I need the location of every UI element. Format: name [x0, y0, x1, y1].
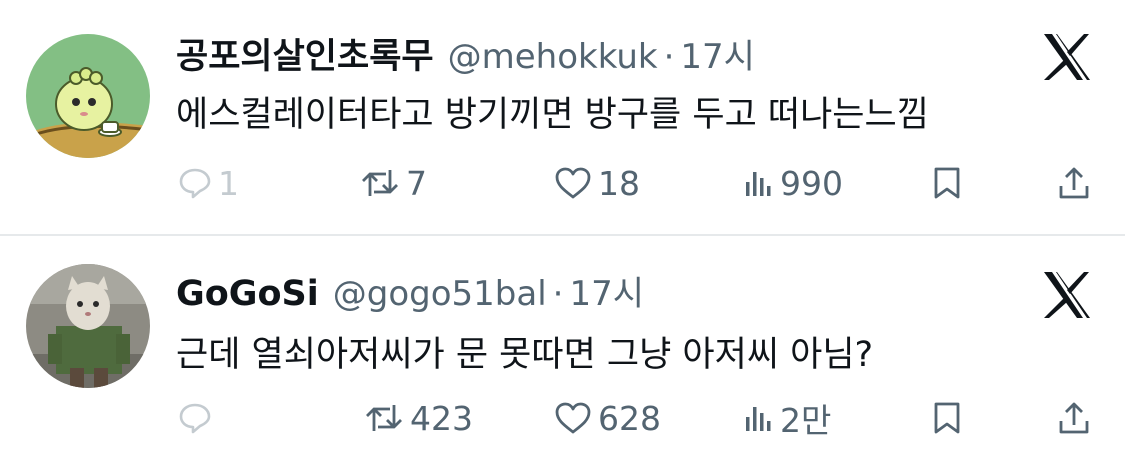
avatar[interactable]	[26, 34, 150, 158]
display-name[interactable]: 공포의살인초록무	[176, 28, 434, 79]
share-icon	[1058, 166, 1090, 200]
tweet-header: GoGoSi @gogo51bal · 17시	[176, 266, 644, 314]
bookmark-icon	[932, 166, 962, 200]
avatar[interactable]	[26, 264, 150, 388]
like-button[interactable]: 18	[554, 158, 640, 208]
reply-count: 1	[218, 163, 239, 203]
retweet-count: 7	[406, 163, 427, 203]
tweet[interactable]: 공포의살인초록무 @mehokkuk · 17시 에스컬레이터타고 방기끼면 방…	[0, 0, 1125, 234]
tweet[interactable]: GoGoSi @gogo51bal · 17시 근데 열쇠아저씨가 문 못따면 …	[0, 236, 1125, 464]
action-bar: 423 628 2만	[0, 393, 1125, 443]
user-handle[interactable]: @mehokkuk	[448, 37, 658, 77]
x-logo-icon	[1040, 268, 1094, 322]
avatar-dino-image	[26, 34, 150, 158]
action-bar: 1 7 18 990	[0, 158, 1125, 208]
retweet-count: 423	[410, 398, 473, 438]
retweet-button[interactable]: 423	[364, 393, 473, 443]
x-logo-icon	[1040, 30, 1094, 84]
heart-icon	[554, 401, 592, 435]
separator-dot: ·	[552, 274, 564, 314]
like-count: 628	[598, 398, 661, 438]
user-handle[interactable]: @gogo51bal	[333, 274, 547, 314]
separator-dot: ·	[663, 37, 675, 77]
display-name[interactable]: GoGoSi	[176, 274, 319, 314]
retweet-icon	[360, 166, 400, 200]
bookmark-button[interactable]	[932, 158, 962, 208]
retweet-button[interactable]: 7	[360, 158, 427, 208]
tweet-text: 에스컬레이터타고 방기끼면 방구를 두고 떠나는느낌	[176, 95, 929, 135]
views-count: 990	[780, 163, 843, 203]
like-count: 18	[598, 163, 640, 203]
share-button[interactable]	[1058, 158, 1090, 208]
bookmark-icon	[932, 401, 962, 435]
views-count: 2만	[780, 401, 832, 440]
tweet-text: 근데 열쇠아저씨가 문 못따면 그냥 아저씨 아님?	[176, 335, 874, 375]
views-button[interactable]: 2만	[744, 393, 831, 443]
share-icon	[1058, 401, 1090, 435]
views-button[interactable]: 990	[744, 158, 843, 208]
reply-icon	[178, 166, 212, 200]
avatar-cat-image	[26, 264, 150, 388]
timestamp[interactable]: 17시	[569, 266, 644, 315]
views-chart-icon	[744, 168, 774, 198]
tweet-header: 공포의살인초록무 @mehokkuk · 17시	[176, 28, 755, 77]
share-button[interactable]	[1058, 393, 1090, 443]
reply-button[interactable]	[178, 393, 218, 443]
like-button[interactable]: 628	[554, 393, 661, 443]
reply-icon	[178, 401, 212, 435]
bookmark-button[interactable]	[932, 393, 962, 443]
views-chart-icon	[744, 403, 774, 433]
reply-button[interactable]: 1	[178, 158, 239, 208]
timestamp[interactable]: 17시	[680, 29, 755, 78]
heart-icon	[554, 166, 592, 200]
retweet-icon	[364, 401, 404, 435]
